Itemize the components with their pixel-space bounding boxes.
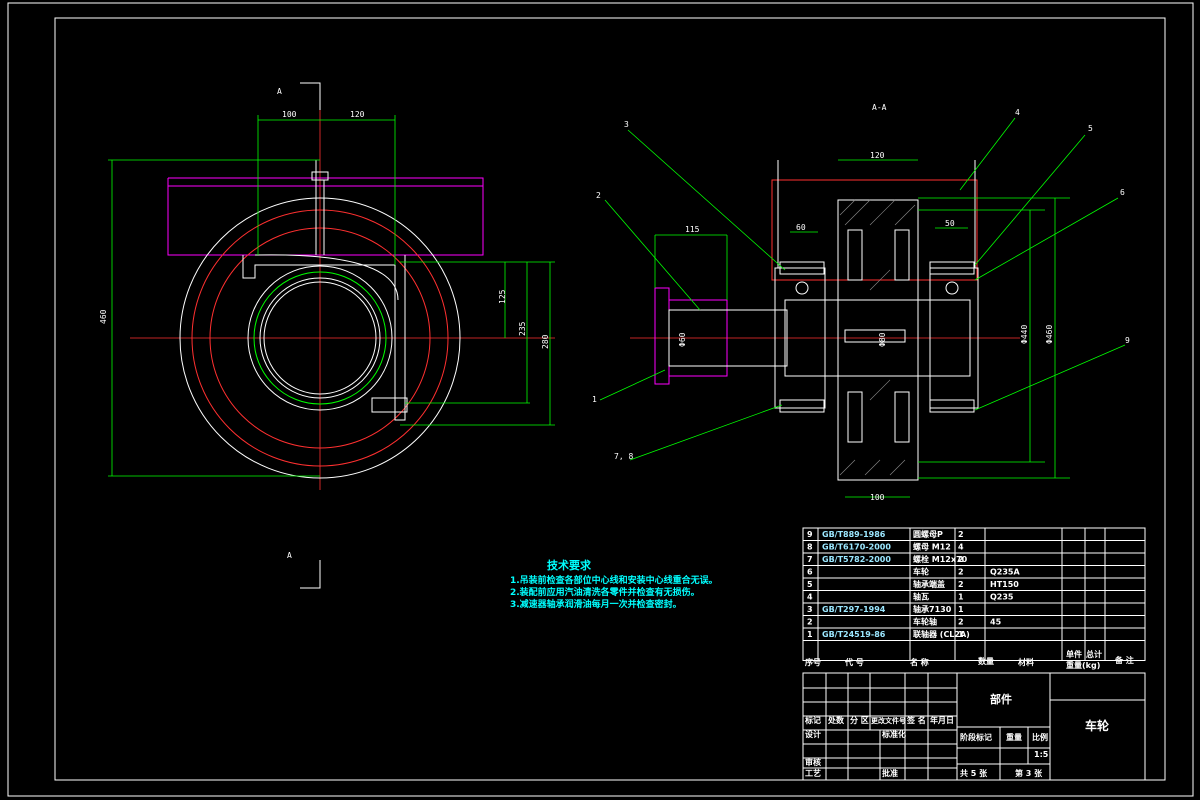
bom-cell-qty: 4 (958, 543, 964, 552)
bom-cell-qty: 2 (958, 530, 964, 539)
leader-3: 3 (624, 120, 629, 129)
tb-sheet-no: 第 3 张 (1015, 768, 1043, 778)
bom-cell-qty: 1 (958, 605, 964, 614)
bom-cell-name: 轴承7130 (913, 604, 952, 614)
tb-label-doc: 更改文件号 (871, 716, 906, 725)
tech-line-2: 2.装配前应用汽油清洗各零件并检查有无损伤。 (510, 586, 700, 598)
bom-cell-qty: 2 (958, 568, 964, 577)
bom-cell-name: 螺母 M12 (913, 542, 951, 552)
bom-cell-no: 4 (807, 593, 813, 602)
bom-cell-material: Q235A (990, 568, 1021, 577)
dim-left-h1: 125 (498, 289, 507, 304)
bom-cell-code: GB/T5782-2000 (822, 555, 891, 564)
dim-left-h2: 235 (518, 321, 527, 336)
bom-cell-code: GB/T889-1986 (822, 530, 886, 539)
leader-6: 6 (1120, 188, 1125, 197)
bom-header-remark: 备 注 (1114, 655, 1134, 665)
bom-cell-no: 7 (807, 555, 813, 564)
dim-right-top-width: 120 (870, 151, 885, 160)
bom-header-material: 材料 (1018, 657, 1034, 667)
bom-cell-material: Q235 (990, 593, 1014, 602)
bom-cell-material: HT150 (990, 580, 1019, 589)
leader-9: 9 (1125, 336, 1130, 345)
tb-label-zone: 分 区 (850, 715, 869, 725)
tb-label-design: 设计 (805, 729, 821, 739)
bom-cell-no: 5 (807, 580, 813, 589)
tb-scale-value: 1:5 (1034, 750, 1049, 759)
tech-line-3: 3.减速器轴承润滑油每月一次并检查密封。 (510, 598, 682, 610)
leader-1: 1 (592, 395, 597, 404)
title-block: 标记 处数 分 区 更改文件号 签 名 年月日 设计 标准化 审核 工艺 批准 … (802, 672, 1146, 781)
bom-cell-no: 8 (807, 543, 813, 552)
bom-cell-qty: 1 (958, 593, 964, 602)
bom-header-weight: 重量(kg) (1066, 660, 1100, 670)
dim-left-d2: 120 (350, 110, 365, 119)
bom-cell-name: 轴承端盖 (913, 579, 945, 589)
bom-table: 9 GB/T889-1986 圆螺母P 2 8 GB/T6170-2000 螺母 M12 4 7… (802, 527, 1146, 670)
tb-label-stage: 阶段标记 (960, 732, 992, 742)
tb-part-name: 部件 (990, 692, 1012, 706)
dim-left-h3: 280 (541, 334, 550, 349)
leader-4: 4 (1015, 108, 1020, 117)
bom-cell-name: 车轮 (913, 567, 929, 577)
tb-label-scale: 比例 (1032, 732, 1048, 742)
cad-drawing: 100 120 460 125 235 280 A A A-A 120 100 … (7, 2, 1194, 797)
bom-cell-qty: 2 (958, 580, 964, 589)
bom-cell-name: 车轮轴 (913, 617, 937, 627)
leader-7-8: 7, 8 (614, 452, 633, 461)
bom-cell-no: 9 (807, 530, 813, 539)
bom-cell-name: 圆螺母P (913, 529, 943, 539)
tb-label-approve: 批准 (882, 768, 898, 778)
dim-left-d1: 100 (282, 110, 297, 119)
dim-right-h-b: Φ460 (1045, 325, 1054, 344)
tb-label-date: 年月日 (930, 715, 954, 725)
bom-cell-code: GB/T297-1994 (822, 605, 886, 614)
bom-cell-qty: 2 (958, 618, 964, 627)
leader-2: 2 (596, 191, 601, 200)
dim-left-h-total: 460 (99, 309, 108, 324)
tb-label-review: 审核 (805, 757, 821, 767)
tech-line-1: 1.吊装前检查各部位中心线和安装中心线重合无误。 (510, 574, 718, 586)
inner-frame (54, 17, 1166, 781)
tb-drawing-title: 车轮 (1085, 718, 1110, 733)
bom-cell-qty: 1 (958, 630, 964, 639)
bom-cell-no: 6 (807, 568, 813, 577)
tb-label-weight: 重量 (1006, 732, 1022, 742)
leader-5: 5 (1088, 124, 1093, 133)
bom-cell-no: 1 (807, 630, 813, 639)
tb-sheet-total: 共 5 张 (960, 768, 988, 778)
dim-shaft-dia-mid: Φ80 (878, 332, 887, 347)
bom-cell-no: 3 (807, 605, 813, 614)
tech-title: 技术要求 (547, 558, 592, 572)
dim-right-brg-left: 60 (796, 223, 806, 232)
right-view: A-A 120 100 60 50 115 Φ440 Φ460 Φ60 Φ80 … (592, 103, 1130, 502)
dim-right-bottom-width: 100 (870, 493, 885, 502)
bom-header-no: 序号 (805, 657, 821, 667)
bom-cell-code: GB/T6170-2000 (822, 543, 891, 552)
section-mark-top: A (277, 87, 282, 96)
dim-right-h-a: Φ440 (1020, 325, 1029, 344)
dim-right-brg-right: 50 (945, 219, 955, 228)
section-mark-bottom: A (287, 551, 292, 560)
tb-label-count: 处数 (827, 715, 845, 725)
tb-label-process: 工艺 (805, 768, 821, 778)
bom-cell-material: 45 (990, 618, 1002, 627)
bom-header-total: 总计 (1086, 649, 1102, 659)
bom-header-qty: 数量 (978, 656, 994, 666)
bom-header-unit: 单件 (1066, 649, 1082, 659)
left-view: 100 120 460 125 235 280 A A (99, 82, 555, 589)
view-title: A-A (872, 103, 887, 112)
bom-cell-qty: 2 (958, 555, 964, 564)
tb-label-standard: 标准化 (881, 729, 906, 739)
bom-cell-name: 轴瓦 (913, 592, 929, 602)
tech-requirements: 技术要求 1.吊装前检查各部位中心线和安装中心线重合无误。 2.装配前应用汽油清… (510, 558, 718, 610)
bom-cell-no: 2 (807, 618, 813, 627)
bom-cell-code: GB/T24519-86 (822, 630, 886, 639)
bom-header-name: 名 称 (910, 657, 929, 667)
dim-right-shaft: 115 (685, 225, 700, 234)
dim-shaft-dia-left: Φ60 (678, 332, 687, 347)
bom-header-code: 代 号 (844, 657, 864, 667)
tb-label-mark: 标记 (804, 715, 821, 725)
tb-label-sign: 签 名 (906, 715, 926, 725)
